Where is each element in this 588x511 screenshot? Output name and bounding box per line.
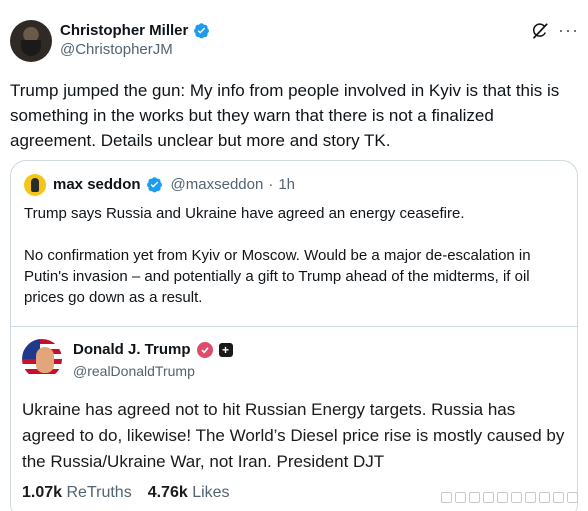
embedded-post-stats: 1.07k ReTruths 4.76k Likes [22,484,230,502]
avatar-figure [31,178,39,192]
author-name-row: Christopher Miller [60,22,210,39]
time-separator: · [268,176,274,193]
likes-stat: 4.76k Likes [148,484,230,502]
follow-plus-icon: + [218,342,233,357]
quote-header: max seddon @maxseddon · 1h [53,176,295,193]
more-options-icon[interactable]: ··· [558,20,579,41]
watermark-box-icon [553,492,564,503]
watermark-box-icon [567,492,578,503]
embedded-handle: @realDonaldTrump [73,363,195,379]
embedded-post-image[interactable]: Donald J. Trump + @realDonaldTrump Ukrai… [11,326,577,511]
author-handle[interactable]: @ChristopherJM [60,41,173,58]
retruths-stat: 1.07k ReTruths [22,484,132,502]
likes-count: 4.76k [147,484,188,501]
author-avatar[interactable] [10,20,52,62]
verified-check-icon [196,341,213,358]
watermark-box-icon [469,492,480,503]
embedded-author-avatar [22,339,62,379]
watermark-box-icon [539,492,550,503]
watermark [441,492,578,503]
retruths-label: ReTruths [66,484,132,501]
watermark-box-icon [441,492,452,503]
verified-badge-icon [146,177,162,193]
retruths-count: 1.07k [22,484,63,501]
quote-paragraph-1: Trump says Russia and Ukraine have agree… [24,205,465,222]
avatar-face [36,347,54,373]
embedded-display-name: Donald J. Trump [73,341,191,358]
quote-paragraph-2: No confirmation yet from Kyiv or Moscow.… [24,247,531,306]
tweet-card: Christopher Miller @ChristopherJM ··· Tr… [0,0,588,511]
quote-time[interactable]: 1h [278,176,295,193]
watermark-box-icon [511,492,522,503]
quote-text: Trump says Russia and Ukraine have agree… [24,203,569,329]
watermark-box-icon [455,492,466,503]
avatar-beard [21,40,41,56]
likes-label: Likes [192,484,230,501]
watermark-box-icon [497,492,508,503]
watermark-box-icon [483,492,494,503]
watermark-box-icon [525,492,536,503]
tweet-text: Trump jumped the gun: My info from peopl… [10,81,560,150]
grok-icon[interactable] [531,22,549,40]
quote-display-name[interactable]: max seddon [53,176,141,193]
quote-handle[interactable]: @maxseddon [171,176,264,193]
embedded-post-text: Ukraine has agreed not to hit Russian En… [22,400,565,471]
quoted-tweet[interactable]: max seddon @maxseddon · 1h Trump says Ru… [10,160,578,511]
author-display-name[interactable]: Christopher Miller [60,22,188,39]
quote-author-avatar[interactable] [24,174,46,196]
embedded-name-row: Donald J. Trump + [73,341,233,358]
verified-badge-icon [194,23,210,39]
